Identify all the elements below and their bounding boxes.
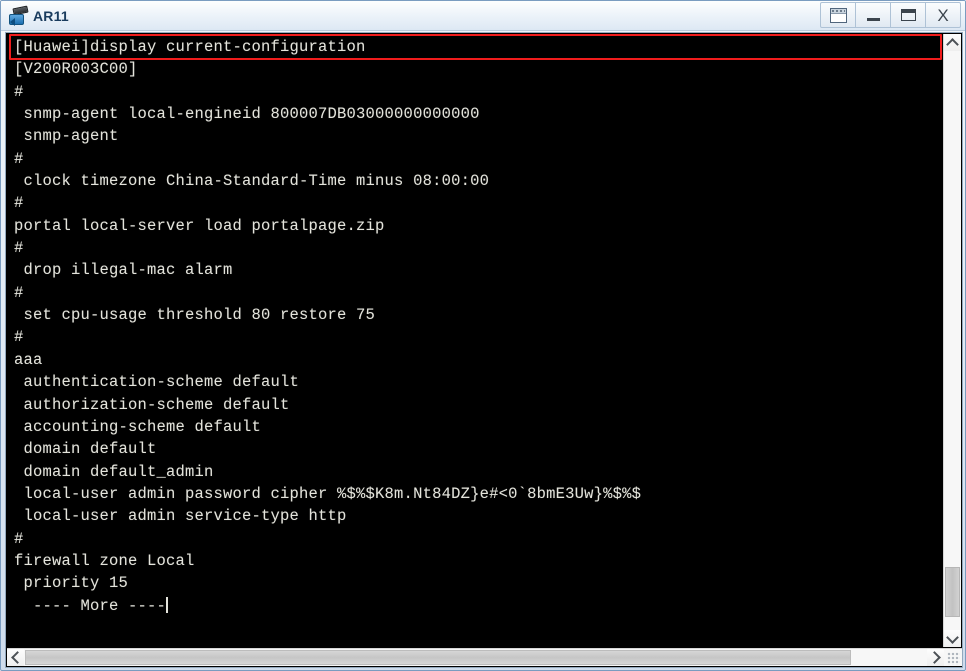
maximize-icon [900, 9, 916, 21]
scroll-left-button[interactable] [7, 649, 24, 666]
scroll-up-button[interactable] [944, 34, 961, 51]
router-device-icon [8, 5, 29, 26]
chevron-up-icon [946, 37, 959, 51]
scroll-down-button[interactable] [944, 630, 961, 647]
terminal-panel: [Huawei]display current-configuration [V… [5, 32, 963, 668]
vertical-scrollbar[interactable] [943, 34, 961, 647]
maximize-button[interactable] [890, 2, 926, 28]
chevron-left-icon [10, 651, 24, 664]
chevron-right-icon [927, 651, 941, 664]
close-button[interactable]: X [925, 2, 961, 28]
horizontal-scrollbar[interactable] [7, 648, 962, 666]
vertical-scrollbar-thumb[interactable] [945, 567, 960, 617]
close-icon: X [937, 5, 949, 25]
chevron-down-icon [946, 630, 959, 644]
restore-all-windows-button[interactable] [820, 2, 856, 28]
terminal-screen[interactable]: [Huawei]display current-configuration [V… [6, 33, 944, 647]
scroll-right-button[interactable] [927, 649, 944, 666]
terminal-window: AR11 X [Huawei]display current-configura… [0, 0, 966, 671]
terminal-output: [Huawei]display current-configuration [V… [14, 38, 642, 615]
window-title: AR11 [33, 7, 69, 24]
minimize-button[interactable] [855, 2, 891, 28]
minimize-icon [866, 17, 880, 21]
terminal-cursor [166, 596, 169, 613]
window-titlebar[interactable]: AR11 X [1, 1, 965, 31]
window-controls: X [820, 2, 961, 29]
window-cascade-icon [829, 7, 847, 23]
horizontal-scrollbar-thumb[interactable] [25, 650, 851, 665]
resize-grip[interactable] [947, 652, 960, 665]
